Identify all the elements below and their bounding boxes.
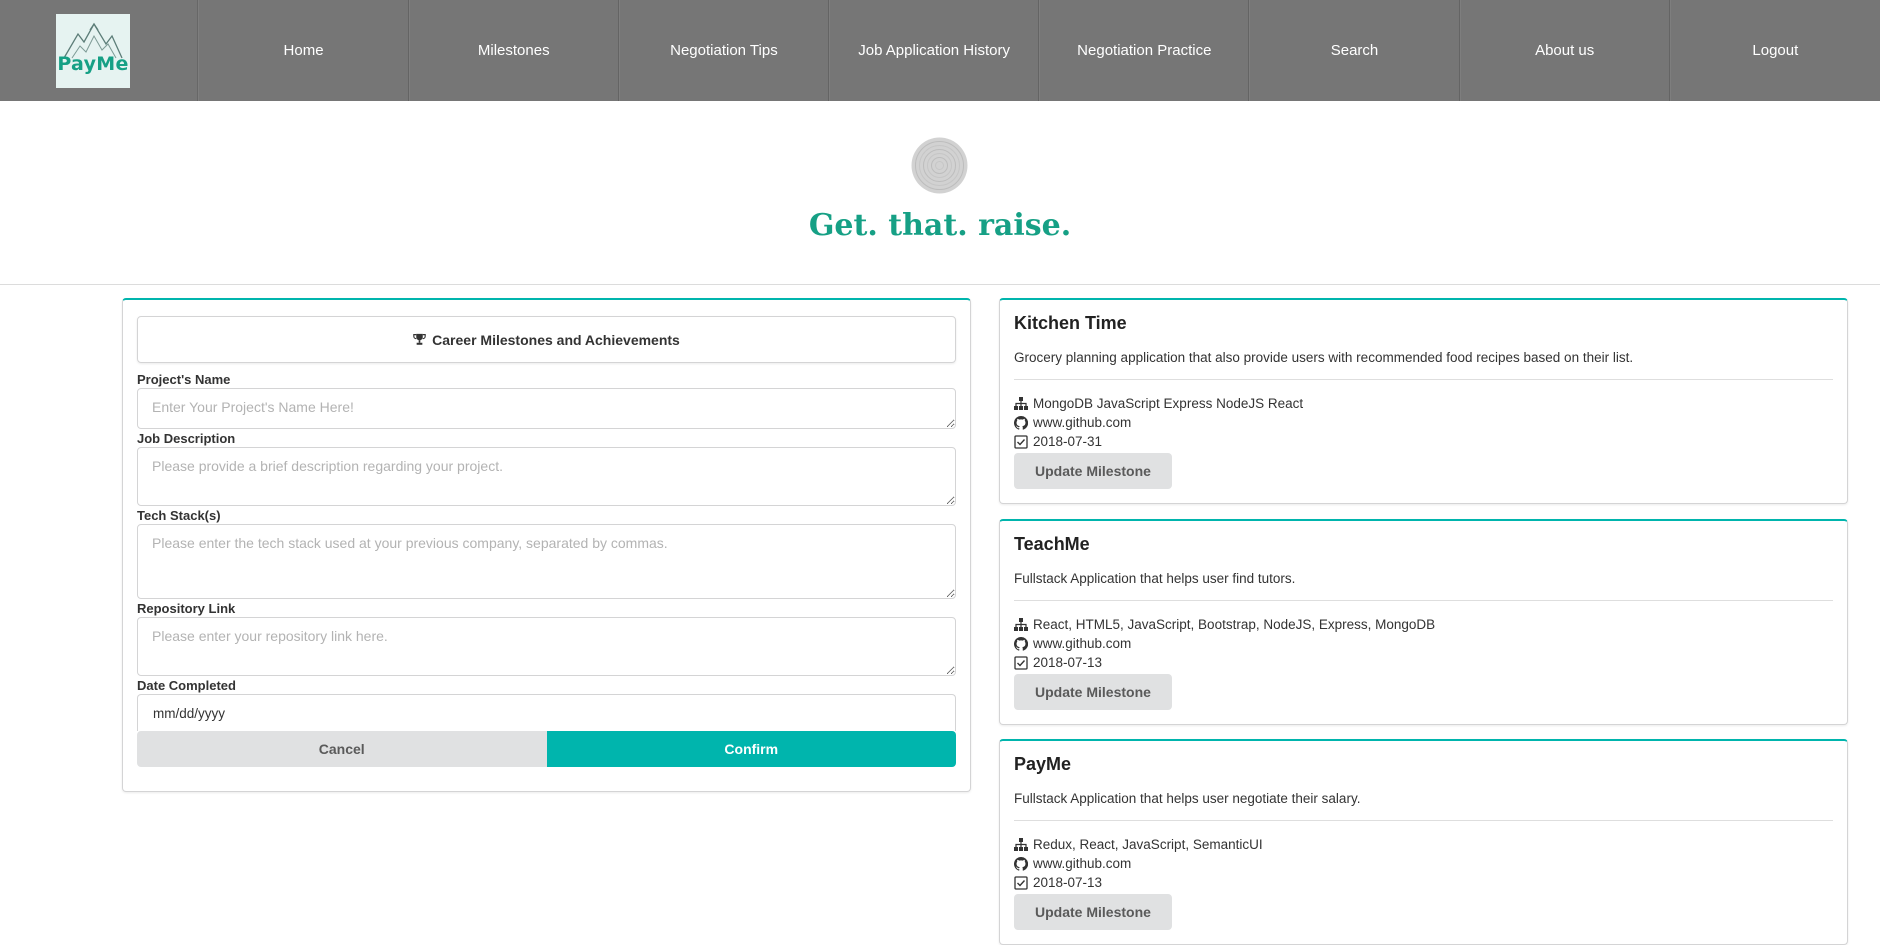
- top-nav: PayMe Home Milestones Negotiation Tips J…: [0, 0, 1880, 101]
- check-square-icon: [1014, 434, 1028, 449]
- project-name-input[interactable]: [137, 388, 956, 429]
- milestone-repo-row: www.github.com: [1014, 413, 1833, 432]
- confirm-button[interactable]: Confirm: [546, 731, 956, 767]
- milestone-form: Career Milestones and Achievements Proje…: [122, 298, 971, 792]
- github-icon: [1014, 415, 1028, 430]
- form-header: Career Milestones and Achievements: [137, 316, 956, 363]
- milestone-card: PayMe Fullstack Application that helps u…: [999, 739, 1848, 945]
- milestone-tech: Redux, React, JavaScript, SemanticUI: [1033, 837, 1263, 852]
- milestone-date-row: 2018-07-13: [1014, 653, 1833, 672]
- logo-cell: PayMe: [0, 0, 199, 101]
- milestone-date: 2018-07-31: [1033, 434, 1103, 449]
- milestone-title: TeachMe: [1014, 534, 1090, 554]
- milestone-repo-row: www.github.com: [1014, 854, 1833, 873]
- milestone-tech: MongoDB JavaScript Express NodeJS React: [1033, 396, 1304, 411]
- nav-about-us[interactable]: About us: [1459, 0, 1670, 101]
- nav-about-us-label: About us: [1535, 42, 1595, 59]
- milestone-date-row: 2018-07-13: [1014, 873, 1833, 892]
- milestone-date: 2018-07-13: [1033, 655, 1103, 670]
- job-description-input[interactable]: [137, 447, 956, 506]
- milestone-description: Grocery planning application that also p…: [1014, 349, 1833, 380]
- repository-label: Repository Link: [137, 601, 236, 616]
- nav-milestones[interactable]: Milestones: [408, 0, 619, 101]
- date-completed-label: Date Completed: [137, 678, 236, 693]
- nav-negotiation-tips[interactable]: Negotiation Tips: [618, 0, 830, 101]
- sitemap-icon: [1014, 838, 1028, 851]
- sitemap-icon: [1014, 618, 1028, 631]
- update-milestone-button[interactable]: Update Milestone: [1014, 453, 1172, 489]
- nav-negotiation-tips-label: Negotiation Tips: [670, 42, 778, 59]
- nav-negotiation-practice[interactable]: Negotiation Practice: [1039, 0, 1250, 101]
- github-icon: [1014, 856, 1028, 871]
- cancel-button[interactable]: Cancel: [137, 731, 547, 767]
- logo-text: PayMe: [57, 52, 129, 75]
- project-name-label: Project's Name: [137, 372, 231, 387]
- milestone-title: Kitchen Time: [1014, 313, 1127, 333]
- form-buttons: Cancel Confirm: [137, 731, 956, 767]
- milestone-tech-row: Redux, React, JavaScript, SemanticUI: [1014, 835, 1833, 854]
- repository-input[interactable]: [137, 617, 956, 676]
- nav-home[interactable]: Home: [198, 0, 409, 101]
- tech-stack-input[interactable]: [137, 524, 956, 599]
- form-header-title: Career Milestones and Achievements: [432, 331, 680, 348]
- nav-home-label: Home: [283, 42, 324, 59]
- tech-stack-label: Tech Stack(s): [137, 508, 221, 523]
- milestone-date: 2018-07-13: [1033, 875, 1103, 890]
- logo[interactable]: PayMe: [56, 13, 130, 88]
- milestone-tech-row: React, HTML5, JavaScript, Bootstrap, Nod…: [1014, 615, 1833, 634]
- milestone-repo[interactable]: www.github.com: [1033, 413, 1131, 432]
- github-icon: [1014, 636, 1028, 651]
- milestone-card: TeachMe Fullstack Application that helps…: [999, 519, 1848, 725]
- milestone-meta: React, HTML5, JavaScript, Bootstrap, Nod…: [1014, 615, 1833, 710]
- nav-search-label: Search: [1330, 42, 1379, 59]
- update-milestone-button[interactable]: Update Milestone: [1014, 674, 1172, 710]
- milestone-card: Kitchen Time Grocery planning applicatio…: [999, 298, 1848, 504]
- milestone-meta: Redux, React, JavaScript, SemanticUI www…: [1014, 835, 1833, 930]
- trophy-icon: [413, 333, 426, 345]
- date-placeholder: mm/dd/yyyy: [153, 706, 226, 721]
- nav-logout[interactable]: Logout: [1669, 0, 1880, 101]
- milestone-date-row: 2018-07-31: [1014, 432, 1833, 451]
- milestone-repo[interactable]: www.github.com: [1033, 634, 1131, 653]
- nav-job-application-history[interactable]: Job Application History: [829, 0, 1040, 101]
- milestone-title: PayMe: [1014, 754, 1072, 774]
- milestone-meta: MongoDB JavaScript Express NodeJS React …: [1014, 394, 1833, 489]
- update-milestone-button[interactable]: Update Milestone: [1014, 894, 1172, 930]
- check-square-icon: [1014, 655, 1028, 670]
- milestone-tech-row: MongoDB JavaScript Express NodeJS React: [1014, 394, 1833, 413]
- job-description-label: Job Description: [137, 431, 236, 446]
- check-square-icon: [1014, 875, 1028, 890]
- sitemap-icon: [1014, 397, 1028, 410]
- milestone-description: Fullstack Application that helps user ne…: [1014, 790, 1833, 821]
- milestone-repo-row: www.github.com: [1014, 634, 1833, 653]
- hero-header: Get. that. raise.: [0, 101, 1880, 285]
- milestone-tech: React, HTML5, JavaScript, Bootstrap, Nod…: [1033, 617, 1436, 632]
- tagline: Get. that. raise.: [808, 208, 1072, 243]
- nav-milestones-label: Milestones: [477, 42, 550, 59]
- nav-logout-label: Logout: [1752, 42, 1799, 59]
- nav-negotiation-practice-label: Negotiation Practice: [1077, 42, 1212, 59]
- nav-search[interactable]: Search: [1249, 0, 1460, 101]
- nav-job-application-history-label: Job Application History: [858, 42, 1010, 59]
- spinner-icon: [911, 137, 968, 194]
- date-completed-input[interactable]: mm/dd/yyyy: [137, 694, 956, 731]
- milestone-repo[interactable]: www.github.com: [1033, 854, 1131, 873]
- milestone-description: Fullstack Application that helps user fi…: [1014, 570, 1833, 601]
